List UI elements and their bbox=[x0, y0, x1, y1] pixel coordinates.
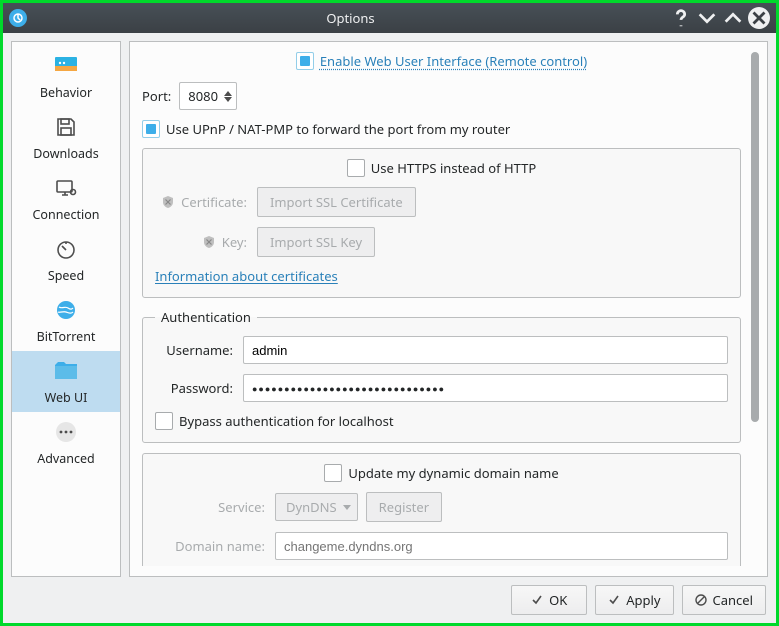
vertical-scrollbar[interactable] bbox=[751, 52, 759, 566]
cancel-button[interactable]: Cancel bbox=[682, 585, 766, 615]
sidebar-item-advanced[interactable]: Advanced bbox=[12, 412, 120, 473]
auth-group: Authentication Username: Password: ●●●●●… bbox=[142, 308, 741, 443]
chevron-down-icon bbox=[343, 505, 351, 510]
sidebar-item-label: Downloads bbox=[33, 145, 98, 162]
upnp-checkbox[interactable] bbox=[142, 120, 160, 138]
ddns-register-button[interactable]: Register bbox=[366, 492, 442, 522]
cert-info-link[interactable]: Information about certificates bbox=[155, 267, 338, 285]
minimize-button[interactable] bbox=[696, 7, 718, 29]
check-icon bbox=[608, 594, 620, 606]
import-cert-button[interactable]: Import SSL Certificate bbox=[257, 187, 416, 217]
sidebar-item-label: Connection bbox=[33, 206, 100, 223]
folder-icon bbox=[54, 359, 78, 383]
import-key-button[interactable]: Import SSL Key bbox=[257, 227, 375, 257]
options-window: Options Behavior Downloads bbox=[3, 3, 776, 623]
port-value: 8080 bbox=[188, 87, 218, 105]
titlebar: Options bbox=[3, 3, 776, 33]
cancel-icon bbox=[695, 594, 707, 606]
behavior-icon bbox=[54, 54, 78, 78]
globe-icon bbox=[54, 298, 78, 322]
sidebar-item-label: Speed bbox=[48, 267, 84, 284]
port-spinbox[interactable]: 8080 bbox=[179, 82, 237, 110]
dialog-footer: OK Apply Cancel bbox=[11, 585, 768, 615]
dots-icon bbox=[54, 420, 78, 444]
enable-webui-checkbox[interactable] bbox=[296, 52, 314, 70]
sidebar-item-connection[interactable]: Connection bbox=[12, 168, 120, 229]
close-button[interactable] bbox=[748, 7, 770, 29]
connection-icon bbox=[54, 176, 78, 200]
certificate-label: Certificate: bbox=[181, 193, 247, 211]
ok-button[interactable]: OK bbox=[511, 585, 587, 615]
username-input[interactable] bbox=[243, 336, 728, 364]
sidebar-item-speed[interactable]: Speed bbox=[12, 229, 120, 290]
sidebar-item-bittorrent[interactable]: BitTorrent bbox=[12, 290, 120, 351]
speed-icon bbox=[54, 237, 78, 261]
use-https-checkbox[interactable] bbox=[347, 159, 365, 177]
shield-icon bbox=[202, 235, 216, 249]
ddns-group: Update my dynamic domain name Service: D… bbox=[142, 453, 741, 566]
chevron-down-icon[interactable] bbox=[224, 97, 232, 102]
apply-button[interactable]: Apply bbox=[595, 585, 673, 615]
bypass-localhost-label: Bypass authentication for localhost bbox=[179, 412, 394, 430]
sidebar-item-downloads[interactable]: Downloads bbox=[12, 107, 120, 168]
ddns-domain-input[interactable] bbox=[275, 532, 728, 560]
sidebar-item-label: Web UI bbox=[45, 389, 88, 406]
password-input[interactable]: ●●●●●●●●●●●●●●●●●●●●●●●●●●●●●● bbox=[243, 374, 728, 402]
sidebar-item-webui[interactable]: Web UI bbox=[12, 351, 120, 412]
chevron-up-icon[interactable] bbox=[224, 91, 232, 96]
ddns-service-select[interactable]: DynDNS bbox=[275, 493, 358, 521]
category-sidebar: Behavior Downloads Connection bbox=[11, 41, 121, 577]
save-icon bbox=[54, 115, 78, 139]
sidebar-item-behavior[interactable]: Behavior bbox=[12, 46, 120, 107]
sidebar-item-label: Advanced bbox=[37, 450, 95, 467]
key-label: Key: bbox=[222, 233, 247, 251]
check-icon bbox=[531, 594, 543, 606]
window-title: Options bbox=[35, 9, 666, 27]
enable-webui-label[interactable]: Enable Web User Interface (Remote contro… bbox=[320, 52, 587, 70]
ddns-enable-checkbox[interactable] bbox=[324, 464, 342, 482]
ddns-enable-label: Update my dynamic domain name bbox=[348, 464, 558, 482]
shield-icon bbox=[161, 195, 175, 209]
upnp-label: Use UPnP / NAT-PMP to forward the port f… bbox=[166, 120, 510, 138]
username-label: Username: bbox=[155, 341, 233, 359]
settings-panel: Enable Web User Interface (Remote contro… bbox=[129, 41, 768, 577]
auth-heading: Authentication bbox=[155, 308, 257, 326]
sidebar-item-label: BitTorrent bbox=[37, 328, 96, 345]
help-button[interactable] bbox=[670, 7, 692, 29]
password-label: Password: bbox=[155, 379, 233, 397]
port-label: Port: bbox=[142, 87, 171, 105]
https-group: Use HTTPS instead of HTTP Certificate: I… bbox=[142, 148, 741, 298]
ddns-domain-label: Domain name: bbox=[155, 537, 265, 555]
use-https-label: Use HTTPS instead of HTTP bbox=[371, 159, 536, 177]
sidebar-item-label: Behavior bbox=[40, 84, 92, 101]
ddns-service-label: Service: bbox=[155, 498, 265, 516]
bypass-localhost-checkbox[interactable] bbox=[155, 412, 173, 430]
app-icon bbox=[9, 9, 27, 27]
maximize-button[interactable] bbox=[722, 7, 744, 29]
